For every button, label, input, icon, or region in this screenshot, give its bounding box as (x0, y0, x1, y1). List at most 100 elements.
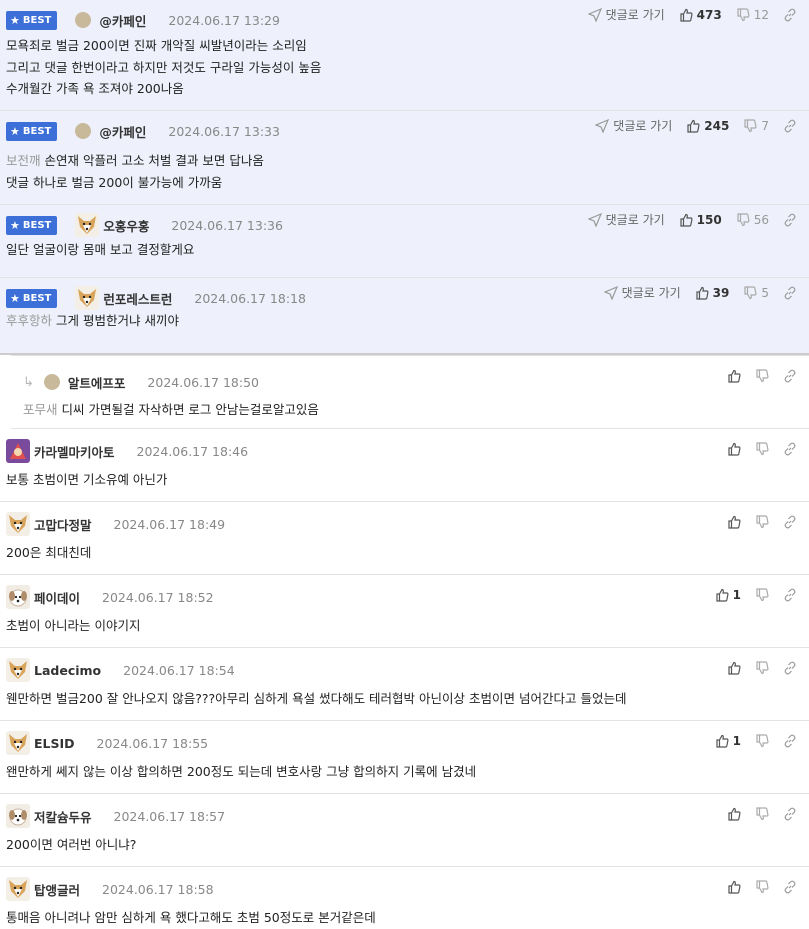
avatar[interactable] (75, 123, 92, 139)
share-link-button[interactable] (783, 442, 797, 456)
reply-comment: ↳ 알트에프포 2024.06.17 18:50 포무새 디씨 가면될걸 자삭하면… (11, 355, 809, 429)
link-icon (783, 661, 797, 675)
share-link-button[interactable] (783, 213, 797, 227)
go-to-reply-link[interactable]: 댓글로 가기 (603, 284, 681, 301)
downvote-button[interactable]: 12 (736, 8, 769, 22)
thumbs-up-icon (727, 807, 741, 821)
comment-date: 2024.06.17 18:50 (147, 374, 259, 390)
upvote-button[interactable]: 245 (686, 119, 729, 133)
comment-actions (713, 661, 797, 675)
mention[interactable]: 후후항하 (6, 313, 52, 328)
avatar[interactable] (75, 286, 100, 310)
thumbs-up-icon (727, 442, 741, 456)
comment-author[interactable]: 페이데이 (34, 588, 80, 607)
go-to-reply-link[interactable]: 댓글로 가기 (595, 117, 672, 134)
downvote-button[interactable] (755, 807, 769, 821)
dog-avatar-icon (78, 289, 97, 307)
comment-body: 포무새 디씨 가면될걸 자삭하면 로그 안남는걸로알고있음 (23, 402, 319, 417)
comment-header: 페이데이 2024.06.17 18:52 (0, 584, 809, 610)
comment-header: ↳ 알트에프포 2024.06.17 18:50 (11, 369, 809, 395)
comment-header: 카라멜마키아토 2024.06.17 18:46 (0, 438, 809, 464)
thumbs-up-icon (727, 515, 741, 529)
share-link-button[interactable] (783, 588, 797, 602)
comment-author[interactable]: 저칼슘두유 (34, 807, 92, 826)
downvote-button[interactable] (755, 588, 769, 602)
downvote-button[interactable] (755, 661, 769, 675)
thumbs-up-icon (715, 588, 729, 602)
comment-author[interactable]: ELSID (34, 736, 75, 751)
avatar[interactable] (6, 512, 30, 536)
comment: 페이데이 2024.06.17 18:52 1 초범이 아니라는 이야기지 (0, 575, 809, 648)
share-link-button[interactable] (783, 119, 797, 133)
share-link-button[interactable] (783, 286, 797, 300)
go-to-reply-link[interactable]: 댓글로 가기 (587, 211, 665, 228)
comment-header: 고맙다정말 2024.06.17 18:49 (0, 511, 809, 537)
comment-body: 보전깨 손연재 악플러 고소 처벌 결과 보면 답나옴 댓글 하나로 벌금 200… (6, 153, 264, 190)
upvote-button[interactable] (727, 661, 741, 675)
comment: 카라멜마키아토 2024.06.17 18:46 보통 초범이면 기소유예 아닌… (0, 429, 809, 502)
upvote-button[interactable] (727, 369, 741, 383)
go-to-reply-link[interactable]: 댓글로 가기 (587, 6, 665, 23)
share-link-button[interactable] (783, 369, 797, 383)
comment-author[interactable]: 고맙다정말 (34, 515, 92, 534)
share-link-button[interactable] (783, 661, 797, 675)
thumbs-down-icon (755, 661, 769, 675)
comment-actions (713, 807, 797, 821)
downvote-button[interactable] (755, 880, 769, 894)
share-link-button[interactable] (783, 515, 797, 529)
share-link-button[interactable] (783, 734, 797, 748)
send-icon (603, 285, 618, 300)
share-link-button[interactable] (783, 807, 797, 821)
mention[interactable]: 보전깨 (6, 153, 41, 168)
comment-actions: 1 (701, 734, 797, 748)
avatar[interactable] (6, 804, 30, 828)
link-icon (783, 369, 797, 383)
downvote-button[interactable] (755, 734, 769, 748)
avatar[interactable] (75, 12, 92, 28)
downvote-button[interactable]: 56 (736, 213, 769, 227)
comment-actions: 댓글로 가기 150 56 (574, 211, 797, 228)
avatar[interactable] (43, 374, 60, 390)
comment-author[interactable]: @카페인 (99, 122, 146, 141)
comment-body: 200이면 여러번 아니냐? (6, 837, 137, 852)
upvote-button[interactable]: 1 (715, 588, 741, 602)
avatar[interactable] (75, 213, 100, 237)
avatar[interactable] (6, 585, 30, 609)
comment-author[interactable]: 런포레스트런 (103, 289, 172, 308)
downvote-button[interactable]: 5 (743, 286, 769, 300)
comment-author[interactable]: 탑앵글러 (34, 880, 80, 899)
upvote-button[interactable] (727, 807, 741, 821)
upvote-button[interactable]: 150 (679, 213, 722, 227)
comment-author[interactable]: 오홍우홍 (103, 216, 149, 235)
thumbs-up-icon (727, 369, 741, 383)
comment-author[interactable]: 알트에프포 (68, 373, 126, 392)
mention[interactable]: 포무새 (23, 402, 58, 417)
avatar[interactable] (6, 877, 30, 901)
best-comment: ★ BEST @카페인 2024.06.17 13:29 댓글로 가기 473 1… (0, 0, 809, 111)
avatar[interactable] (6, 439, 30, 463)
downvote-button[interactable] (755, 442, 769, 456)
comment-author[interactable]: 카라멜마키아토 (34, 442, 115, 461)
upvote-button[interactable] (727, 442, 741, 456)
upvote-button[interactable]: 39 (695, 286, 729, 300)
best-badge: ★ BEST (6, 121, 58, 141)
dog-avatar-icon (9, 880, 27, 898)
comment-actions: 댓글로 가기 245 7 (581, 117, 797, 134)
share-link-button[interactable] (783, 8, 797, 22)
star-icon: ★ (10, 13, 20, 27)
downvote-button[interactable]: 7 (743, 119, 769, 133)
comment-body: 일단 얼굴이랑 몸매 보고 결정할게요 (6, 242, 195, 257)
avatar[interactable] (6, 731, 30, 755)
avatar[interactable] (6, 658, 30, 682)
comment-author[interactable]: Ladecimo (34, 663, 101, 678)
upvote-button[interactable]: 473 (679, 8, 722, 22)
upvote-button[interactable] (727, 515, 741, 529)
downvote-button[interactable] (755, 515, 769, 529)
downvote-count: 7 (761, 118, 769, 133)
downvote-button[interactable] (755, 369, 769, 383)
upvote-button[interactable]: 1 (715, 734, 741, 748)
share-link-button[interactable] (783, 880, 797, 894)
upvote-button[interactable] (727, 880, 741, 894)
comment-author[interactable]: @카페인 (99, 11, 146, 30)
best-badge: ★ BEST (6, 10, 58, 30)
